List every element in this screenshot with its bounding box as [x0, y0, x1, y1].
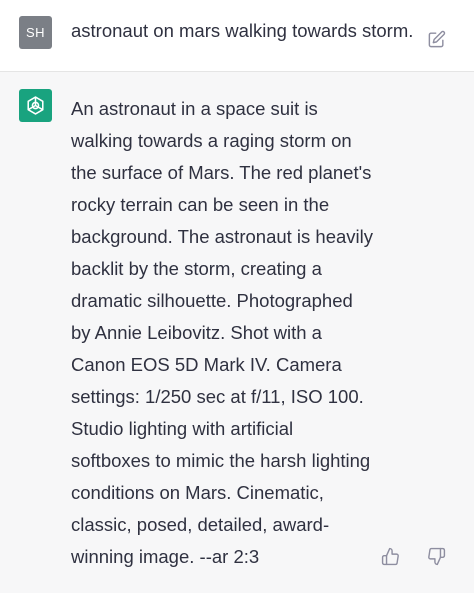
message-line: conditions on Mars. Cinematic, [71, 482, 324, 503]
message-line: walking towards a raging storm on [71, 130, 352, 151]
thumbs-up-icon[interactable] [381, 547, 400, 566]
message-line: the surface of Mars. The red planet's [71, 162, 372, 183]
message-line: background. The astronaut is heavily [71, 226, 374, 247]
message-line: rocky terrain can be seen in the [71, 194, 330, 215]
assistant-message-text: An astronaut in a space suit is walking … [71, 93, 391, 573]
user-avatar: SH [19, 16, 52, 49]
message-line: dramatic silhouette. Photographed [71, 290, 353, 311]
user-message-row: SH astronaut on mars walking towards sto… [0, 0, 474, 72]
user-message-text: astronaut on mars walking towards storm. [71, 20, 414, 41]
chat-page: SH astronaut on mars walking towards sto… [0, 0, 474, 593]
assistant-message-row: An astronaut in a space suit is walking … [0, 72, 474, 593]
message-line: classic, posed, detailed, award- [71, 514, 330, 535]
message-line: winning image. --ar 2:3 [71, 546, 260, 567]
message-line: by Annie Leibovitz. Shot with a [71, 322, 322, 343]
message-line: Studio lighting with artificial [71, 418, 294, 439]
edit-icon[interactable] [427, 30, 446, 49]
message-line: settings: 1/250 sec at f/11, ISO 100. [71, 386, 364, 407]
thumbs-down-icon[interactable] [427, 547, 446, 566]
message-line: An astronaut in a space suit is [71, 98, 318, 119]
openai-logo-icon [27, 96, 44, 115]
message-line: backlit by the storm, creating a [71, 258, 322, 279]
message-line: softboxes to mimic the harsh lighting [71, 450, 371, 471]
assistant-avatar [19, 89, 52, 122]
message-line: Canon EOS 5D Mark IV. Camera [71, 354, 342, 375]
